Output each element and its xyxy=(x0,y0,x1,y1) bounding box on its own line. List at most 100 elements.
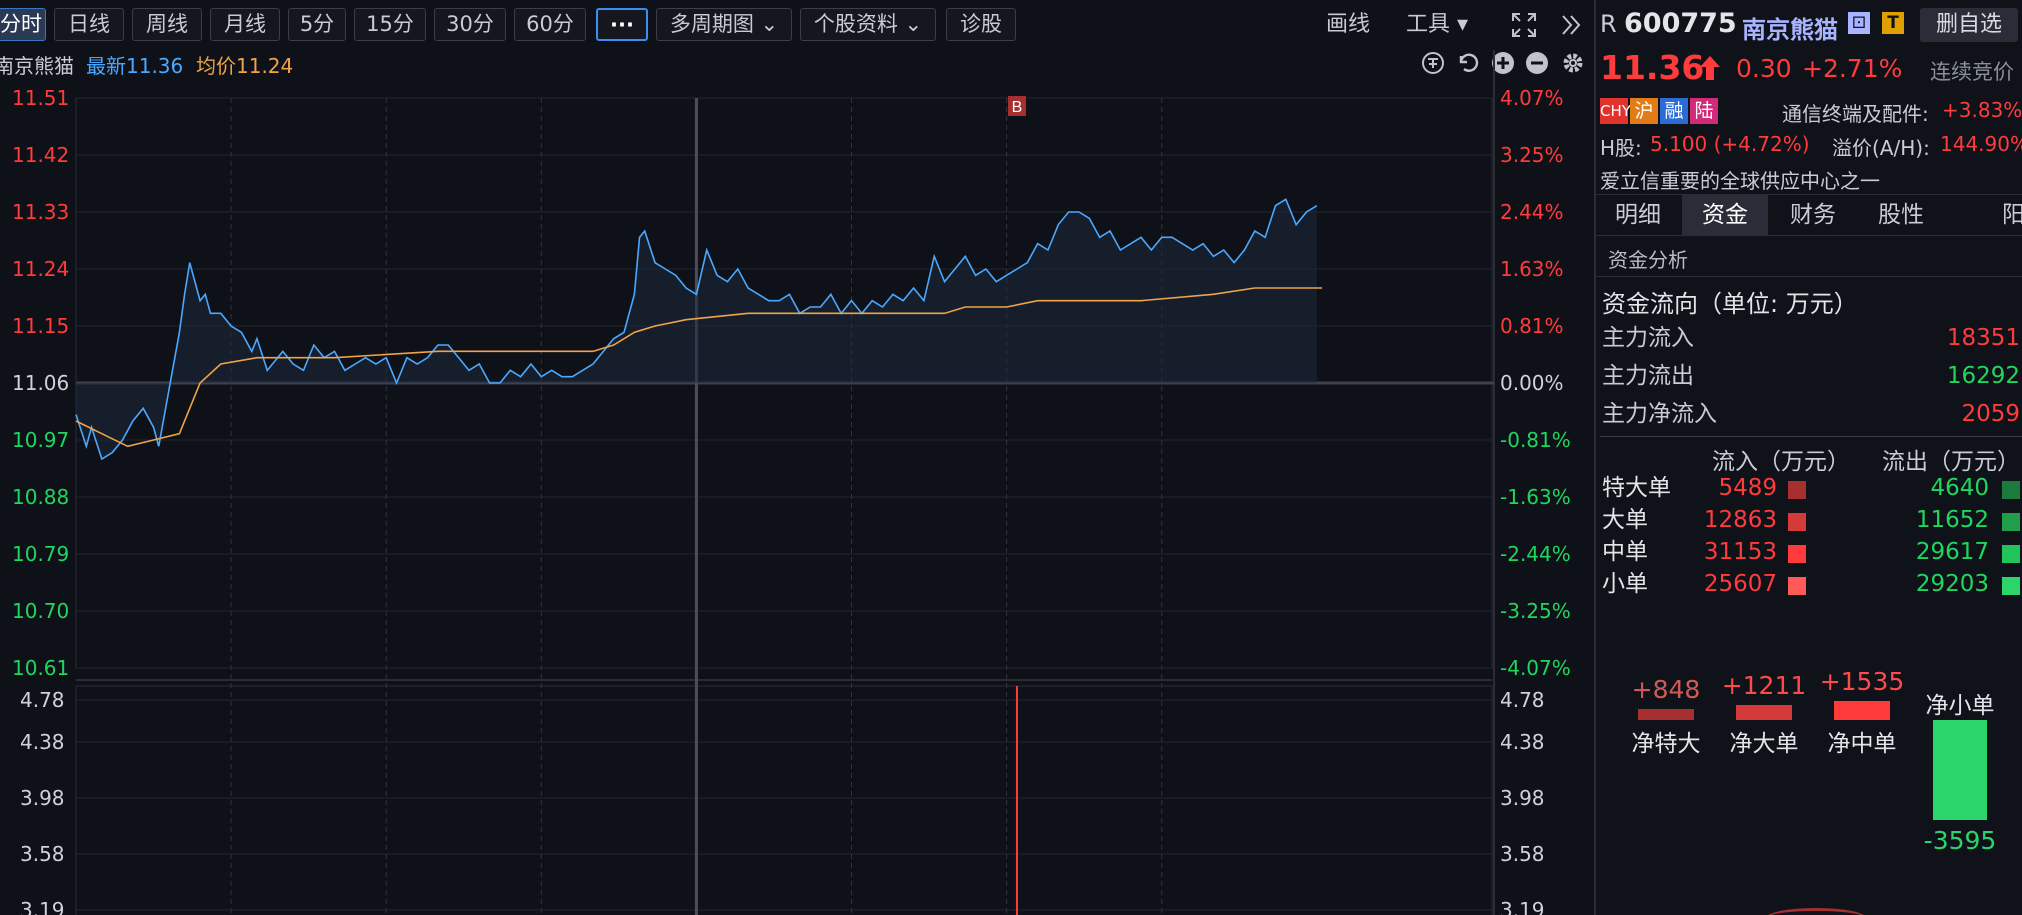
outflow-swatch xyxy=(2002,545,2020,563)
quote-prefix: R xyxy=(1600,10,1617,38)
percent-axis-label: 0.00% xyxy=(1500,371,1564,395)
chart-area: 分时 日线 周线 月线 5分 15分 30分 60分 ··· 多周期图 ⌄ 个股… xyxy=(0,0,1592,915)
net-flow-bar xyxy=(1736,704,1792,720)
price-axis-label: 11.15 xyxy=(12,314,69,338)
net-flow-bar xyxy=(1933,720,1987,820)
h-share-label: H股: xyxy=(1600,136,1642,160)
tab-capital[interactable]: 资金 xyxy=(1682,195,1768,235)
order-type-label: 中单 xyxy=(1602,539,1648,565)
net-flow-label: 净大单 xyxy=(1729,731,1799,757)
badge-shanghai[interactable]: 沪 xyxy=(1630,98,1658,124)
price-axis-label: 10.79 xyxy=(12,542,69,566)
fund-flow-title: 资金流向（单位: 万元） xyxy=(1602,290,1858,318)
price-axis-label: 11.51 xyxy=(12,86,69,110)
percent-axis-label: 3.25% xyxy=(1500,143,1564,167)
percent-axis-label: -2.44% xyxy=(1500,542,1571,566)
percent-axis-label: 0.81% xyxy=(1500,314,1564,338)
order-row: 大单 12863 11652 xyxy=(1602,504,2022,536)
inflow-swatch xyxy=(1788,481,1806,499)
outflow-swatch xyxy=(2002,481,2020,499)
net-flow-value: +1535 xyxy=(1819,666,1905,696)
outflow-swatch xyxy=(2002,577,2020,595)
badge-chy[interactable]: CHY xyxy=(1600,98,1631,124)
tab-more-label: 阳 xyxy=(2002,202,2022,228)
order-type-label: 小单 xyxy=(1602,571,1648,597)
outflow-header: 流出（万元） xyxy=(1882,449,2020,475)
table-divider xyxy=(1600,436,2022,437)
price-axis-label: 11.33 xyxy=(12,200,69,224)
order-outflow-value: 29203 xyxy=(1915,571,1989,597)
price-axis-label: 11.42 xyxy=(12,143,69,167)
outflow-swatch xyxy=(2002,513,2020,531)
badge-connect[interactable]: 陆 xyxy=(1690,98,1718,124)
tab-finance[interactable]: 财务 xyxy=(1770,195,1856,235)
section-divider xyxy=(1596,276,2022,277)
main-outflow-value: 16292 xyxy=(1946,363,2020,389)
tab-more[interactable]: 阳 xyxy=(1946,195,2022,235)
order-type-label: 大单 xyxy=(1602,507,1648,533)
chart-mark-icon[interactable]: ⚀ xyxy=(1848,12,1870,34)
net-flow-label: 净特大 xyxy=(1631,731,1701,757)
t-plus-icon[interactable]: T xyxy=(1882,12,1904,34)
gauge-edge xyxy=(1766,908,1866,915)
volume-axis-label-right: 3.58 xyxy=(1500,842,1545,866)
volume-axis-label: 3.98 xyxy=(20,786,65,810)
net-flow-label: 净中单 xyxy=(1827,731,1897,757)
stock-code: 600775 xyxy=(1624,8,1737,39)
main-outflow-row: 主力流出 16292 xyxy=(1602,359,2022,393)
fund-section-title: 资金分析 xyxy=(1608,248,1688,272)
percent-axis-label: -3.25% xyxy=(1500,599,1571,623)
order-outflow-value: 11652 xyxy=(1915,507,1989,533)
inflow-swatch xyxy=(1788,513,1806,531)
premium-value: 144.90% xyxy=(1940,132,2022,156)
trading-status: 连续竞价 xyxy=(1930,60,2014,84)
net-flow-bar xyxy=(1834,700,1890,720)
order-row: 特大单 5489 4640 xyxy=(1602,472,2022,504)
volume-axis-label: 4.78 xyxy=(20,688,65,712)
price-change: 0.30 xyxy=(1736,54,1792,83)
order-type-label: 特大单 xyxy=(1602,475,1671,501)
main-outflow-label: 主力流出 xyxy=(1602,363,1694,389)
remove-watchlist-button[interactable]: 删自选 xyxy=(1920,8,2018,42)
net-flow-label: 净小单 xyxy=(1925,693,1995,719)
buy-marker-label: B xyxy=(1012,99,1023,116)
sector-label[interactable]: 通信终端及配件: xyxy=(1782,98,1929,127)
main-inflow-value: 18351 xyxy=(1946,325,2020,351)
tab-stock-character[interactable]: 股性 xyxy=(1858,195,1944,235)
net-flow-value: -3595 xyxy=(1923,826,1997,855)
intraday-chart[interactable]: B 11.51 11.42 11.33 11.24 11.15 11.06 10.97 10.8… xyxy=(0,0,1592,915)
main-inflow-row: 主力流入 18351 xyxy=(1602,321,2022,355)
order-inflow-value: 31153 xyxy=(1703,539,1777,565)
app-window: 分时 日线 周线 月线 5分 15分 30分 60分 ··· 多周期图 ⌄ 个股… xyxy=(0,0,2022,915)
sector-change: +3.83% xyxy=(1942,98,2022,122)
badge-margin[interactable]: 融 xyxy=(1660,98,1688,124)
order-row: 小单 25607 29203 xyxy=(1602,568,2022,600)
stock-note[interactable]: 爱立信重要的全球供应中心之一 xyxy=(1600,165,1880,194)
inflow-swatch xyxy=(1788,545,1806,563)
percent-axis-label: 1.63% xyxy=(1500,257,1564,281)
order-outflow-value: 4640 xyxy=(1930,475,1989,501)
order-inflow-value: 5489 xyxy=(1718,475,1777,501)
price-axis-label: 10.61 xyxy=(12,656,69,680)
main-net-inflow-value: 2059 xyxy=(1961,401,2020,427)
net-flow-value: +1211 xyxy=(1721,670,1807,700)
percent-axis-label: -0.81% xyxy=(1500,428,1571,452)
order-inflow-value: 12863 xyxy=(1703,507,1777,533)
price-axis-label: 11.24 xyxy=(12,257,69,281)
price-axis-label: 10.70 xyxy=(12,599,69,623)
percent-axis-label: -1.63% xyxy=(1500,485,1571,509)
main-inflow-label: 主力流入 xyxy=(1602,325,1694,351)
h-share-value: 5.100 (+4.72%) xyxy=(1650,132,1810,156)
inflow-swatch xyxy=(1788,577,1806,595)
volume-axis-label: 4.38 xyxy=(20,730,65,754)
price-axis-label: 11.06 xyxy=(12,371,69,395)
price-change-pct: +2.71% xyxy=(1802,54,1903,83)
tab-detail[interactable]: 明细 xyxy=(1596,195,1680,235)
net-flow-bar xyxy=(1638,709,1694,720)
percent-axis-label: 4.07% xyxy=(1500,86,1564,110)
percent-axis-label: 2.44% xyxy=(1500,200,1564,224)
main-net-inflow-row: 主力净流入 2059 xyxy=(1602,397,2022,431)
premium-label: 溢价(A/H): xyxy=(1832,136,1930,160)
volume-axis-label-right: 4.38 xyxy=(1500,730,1545,754)
net-flow-value: +848 xyxy=(1631,675,1701,705)
